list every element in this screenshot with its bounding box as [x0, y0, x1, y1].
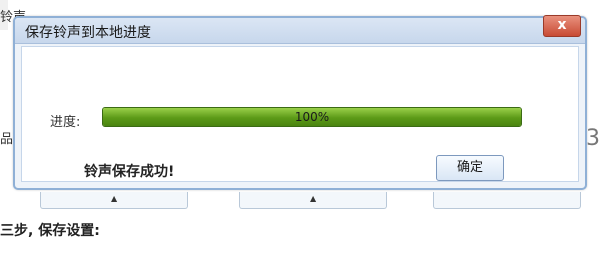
background-button-3[interactable] — [433, 192, 581, 209]
save-progress-dialog: 保存铃声到本地进度 x 进度: 100% 铃声保存成功! 确定 — [13, 15, 587, 190]
close-button[interactable]: x — [543, 15, 581, 37]
progress-label: 进度: — [50, 115, 81, 130]
background-text-fragment-right: 3 — [586, 126, 600, 151]
dialog-titlebar[interactable]: 保存铃声到本地进度 x — [15, 15, 585, 44]
dialog-content: 进度: 100% 铃声保存成功! 确定 — [21, 46, 579, 182]
dialog-title: 保存铃声到本地进度 — [25, 25, 151, 41]
background-button-2[interactable]: ▲ — [239, 192, 387, 209]
progress-bar: 100% — [102, 107, 522, 127]
ok-button[interactable]: 确定 — [436, 155, 504, 181]
step-heading: 三步, 保存设置: — [0, 223, 100, 239]
button-mark-icon: ▲ — [111, 194, 118, 203]
success-message: 铃声保存成功! — [84, 164, 175, 180]
button-mark-icon: ▲ — [310, 194, 317, 203]
background-text-fragment-mid: 品 — [0, 132, 14, 147]
close-icon: x — [557, 17, 567, 33]
progress-text: 100% — [294, 110, 330, 124]
background-button-1[interactable]: ▲ — [40, 192, 188, 209]
